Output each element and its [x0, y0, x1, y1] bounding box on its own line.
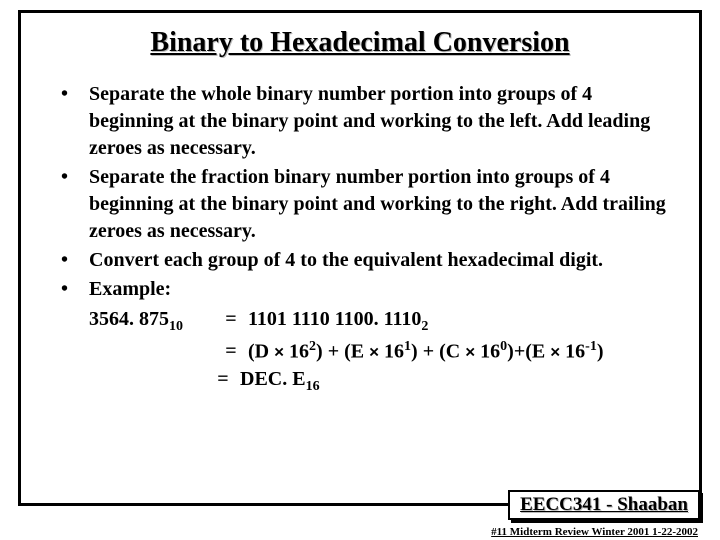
eq-sign-3: =	[206, 365, 240, 397]
example-block: 3564. 87510 = 1101 1110 1100. 11102 = (D…	[89, 305, 671, 397]
mult-icon: ×	[465, 342, 475, 361]
bullet-4-label: Example:	[89, 278, 171, 300]
mult-icon: ×	[550, 342, 560, 361]
eq-sign-2: =	[214, 337, 248, 366]
bullet-list: Separate the whole binary number portion…	[49, 81, 671, 397]
bullet-1: Separate the whole binary number portion…	[49, 81, 671, 162]
exp-m1: -1	[585, 339, 597, 354]
ex-d: (D	[248, 340, 274, 362]
ex-rhs3: DEC. E	[240, 368, 306, 390]
mult-icon: ×	[274, 342, 284, 361]
example-line-1: 3564. 87510 = 1101 1110 1100. 11102	[89, 305, 671, 337]
bullet-2: Separate the fraction binary number port…	[49, 164, 671, 245]
exp-2: 2	[309, 339, 316, 354]
footer-line: #11 Midterm Review Winter 2001 1-22-2002	[491, 526, 698, 538]
ex-c: ) + (C	[411, 340, 465, 362]
ex-e2: )+(E	[507, 340, 550, 362]
bullet-4: Example: 3564. 87510 = 1101 1110 1100. 1…	[49, 276, 671, 397]
ex-end: )	[597, 340, 604, 362]
base-1: 16	[289, 340, 309, 362]
slide-title: Binary to Hexadecimal Conversion	[49, 27, 671, 59]
base-3: 16	[480, 340, 500, 362]
mult-icon: ×	[369, 342, 379, 361]
example-line-2: = (D × 162) + (E × 161) + (C × 160)+(E ×…	[89, 337, 671, 366]
ex-e: ) + (E	[316, 340, 369, 362]
ex-rhs3-sub: 16	[306, 379, 320, 394]
eq-sign-1: =	[214, 305, 248, 337]
footer-badge: EECC341 - Shaaban	[508, 490, 700, 520]
base-4: 16	[565, 340, 585, 362]
exp-1: 1	[404, 339, 411, 354]
example-line-3: = DEC. E16	[89, 365, 671, 397]
ex-rhs1: 1101 1110 1100. 1110	[248, 308, 421, 330]
bullet-3: Convert each group of 4 to the equivalen…	[49, 247, 671, 274]
ex-rhs1-sub: 2	[421, 319, 428, 334]
ex-lhs: 3564. 875	[89, 308, 169, 330]
base-2: 16	[384, 340, 404, 362]
ex-rhs2: (D × 162) + (E × 161) + (C × 160)+(E × 1…	[248, 337, 604, 366]
ex-lhs-sub: 10	[169, 319, 183, 334]
slide-frame: Binary to Hexadecimal Conversion Separat…	[18, 10, 702, 506]
